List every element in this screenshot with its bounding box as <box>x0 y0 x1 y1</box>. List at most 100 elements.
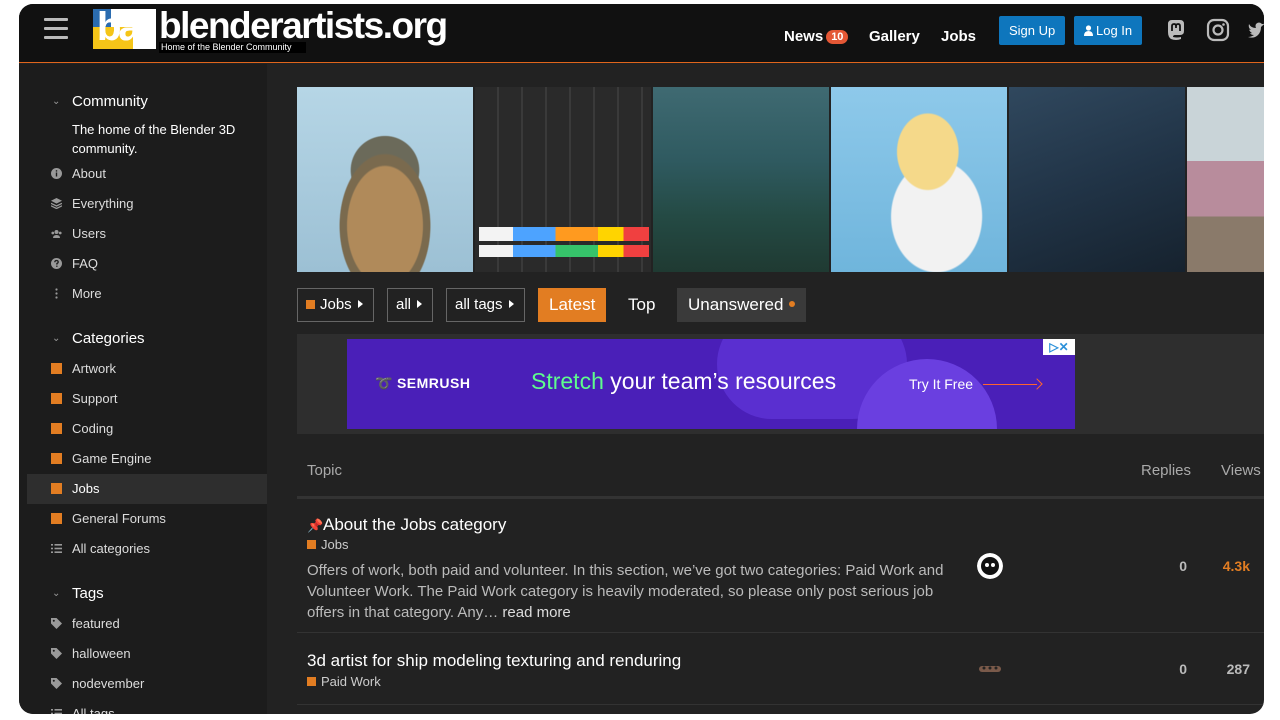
artwork-thumbnail[interactable] <box>1009 87 1187 272</box>
sidebar-item-artwork[interactable]: Artwork <box>27 354 267 384</box>
hamburger-menu-icon[interactable] <box>44 18 70 40</box>
site-header: ba blenderartists.org Home of the Blende… <box>19 4 1264 63</box>
nav-jobs[interactable]: Jobs <box>941 28 976 45</box>
pin-icon: 📌 <box>307 518 324 533</box>
browser-page: ba blenderartists.org Home of the Blende… <box>19 4 1264 714</box>
chevron-down-icon[interactable]: ⌄ <box>52 96 62 107</box>
sidebar-item-faq[interactable]: FAQ <box>27 249 267 279</box>
caret-right-icon <box>417 300 423 308</box>
logo-mark: ba <box>93 5 156 49</box>
topic-excerpt: Offers of work, both paid and volunteer.… <box>307 560 957 623</box>
sidebar-item-support[interactable]: Support <box>27 384 267 414</box>
news-count-badge: 10 <box>826 30 849 44</box>
topic-title[interactable]: 3d artist for ship modeling texturing an… <box>307 651 681 671</box>
caret-right-icon <box>508 300 514 308</box>
sidebar-item-more[interactable]: More <box>27 279 267 309</box>
sidebar-item-label: All tags <box>72 706 115 714</box>
category-color-swatch <box>51 363 62 374</box>
artwork-thumbnail[interactable] <box>653 87 831 272</box>
chevron-down-icon[interactable]: ⌄ <box>52 333 62 344</box>
ad-cta[interactable]: Try It Free <box>909 376 973 392</box>
avatar[interactable] <box>977 656 1003 682</box>
sidebar-item-all-tags[interactable]: All tags <box>27 699 267 714</box>
column-header-views[interactable]: Views <box>1221 462 1261 479</box>
ad-headline-accent: Stretch <box>531 368 604 394</box>
column-header-topic[interactable]: Topic <box>307 462 342 479</box>
tag-icon <box>51 648 62 659</box>
topic-category-badge[interactable]: Paid Work <box>307 674 381 689</box>
sidebar-item-about[interactable]: About <box>27 159 267 189</box>
sidebar-item-general-forums[interactable]: General Forums <box>27 504 267 534</box>
sidebar-section-tags[interactable]: Tags <box>72 585 104 602</box>
caret-right-icon <box>357 300 363 308</box>
sidebar-item-coding[interactable]: Coding <box>27 414 267 444</box>
arrow-right-icon <box>983 384 1037 385</box>
sidebar-section-categories[interactable]: Categories <box>72 330 145 347</box>
avatar[interactable] <box>977 553 1003 579</box>
artwork-thumbnail[interactable] <box>297 87 475 272</box>
nav-gallery[interactable]: Gallery <box>869 28 920 45</box>
topic-category-label: Jobs <box>321 537 349 552</box>
topic-category-label: Paid Work <box>321 674 381 689</box>
community-description: The home of the Blender 3D community. <box>72 122 236 156</box>
mastodon-icon[interactable] <box>1164 18 1188 42</box>
tab-unanswered-label: Unanswered <box>688 295 784 314</box>
sidebar-item-users[interactable]: Users <box>27 219 267 249</box>
category-filter-dropdown[interactable]: Jobs <box>297 288 374 322</box>
artwork-thumbnail[interactable] <box>831 87 1009 272</box>
user-icon <box>1084 25 1093 36</box>
tab-top[interactable]: Top <box>617 288 666 322</box>
list-icon <box>51 544 62 553</box>
sidebar-item-label: Everything <box>72 196 134 211</box>
log-in-button[interactable]: Log In <box>1074 16 1143 45</box>
sidebar-item-label: Support <box>72 391 118 406</box>
column-header-replies[interactable]: Replies <box>1141 462 1191 479</box>
tag-icon <box>51 618 62 629</box>
category-color-swatch <box>51 453 62 464</box>
tags-filter-dropdown[interactable]: all tags <box>446 288 525 322</box>
logo-mark-text: ba <box>97 5 141 49</box>
category-color-swatch <box>51 513 62 524</box>
sidebar-item-label: featured <box>72 616 120 631</box>
featured-artwork-banner <box>297 87 1264 272</box>
sidebar-item-all-categories[interactable]: All categories <box>27 534 267 564</box>
sidebar-section-community[interactable]: Community <box>72 93 148 110</box>
sidebar-item-jobs[interactable]: Jobs <box>27 474 267 504</box>
chevron-down-icon[interactable]: ⌄ <box>52 588 62 599</box>
topic-category-badge[interactable]: Jobs <box>307 537 348 552</box>
reply-count: 0 <box>1179 558 1187 574</box>
semrush-ad[interactable]: ➰ SEMRUSH Stretch your team’s resources T… <box>347 339 1075 429</box>
sidebar-item-game-engine[interactable]: Game Engine <box>27 444 267 474</box>
tab-latest[interactable]: Latest <box>538 288 607 322</box>
site-logo[interactable]: ba blenderartists.org Home of the Blende… <box>93 5 448 53</box>
twitter-icon[interactable] <box>1246 18 1264 42</box>
category-color-swatch <box>306 300 315 309</box>
sidebar-item-tag-halloween[interactable]: halloween <box>27 639 267 669</box>
nav-news[interactable]: News 10 <box>784 28 849 45</box>
subcategory-filter-dropdown[interactable]: all <box>387 288 434 322</box>
logo-name: blenderartists.org <box>159 5 448 46</box>
sidebar-item-label: FAQ <box>72 256 99 271</box>
main-content: Jobs all all tags Latest Top Unanswered … <box>297 64 1264 714</box>
sidebar-item-label: Artwork <box>72 361 117 376</box>
instagram-icon[interactable] <box>1206 18 1230 42</box>
artwork-thumbnail[interactable] <box>475 87 653 272</box>
sidebar-item-everything[interactable]: Everything <box>27 189 267 219</box>
tab-unanswered[interactable]: Unanswered <box>677 288 807 322</box>
tags-filter-label: all tags <box>455 296 503 313</box>
category-color-swatch <box>51 393 62 404</box>
tag-icon <box>51 678 62 689</box>
artwork-thumbnail[interactable] <box>1187 87 1264 272</box>
sidebar-item-label: About <box>72 166 106 181</box>
ad-choices-icon[interactable]: ▷✕ <box>1043 339 1075 355</box>
log-in-label: Log In <box>1096 23 1133 38</box>
sign-up-button[interactable]: Sign Up <box>999 16 1066 45</box>
read-more-link[interactable]: read more <box>502 604 570 621</box>
sidebar-item-tag-nodevember[interactable]: nodevember <box>27 669 267 699</box>
ad-headline: Stretch your team’s resources <box>531 368 836 395</box>
ad-headline-rest: your team’s resources <box>603 368 837 394</box>
topic-title[interactable]: 📌About the Jobs category <box>307 515 506 535</box>
sidebar-item-label: Coding <box>72 421 114 436</box>
ad-brand-label: SEMRUSH <box>396 375 471 391</box>
sidebar-item-tag-featured[interactable]: featured <box>27 609 267 639</box>
